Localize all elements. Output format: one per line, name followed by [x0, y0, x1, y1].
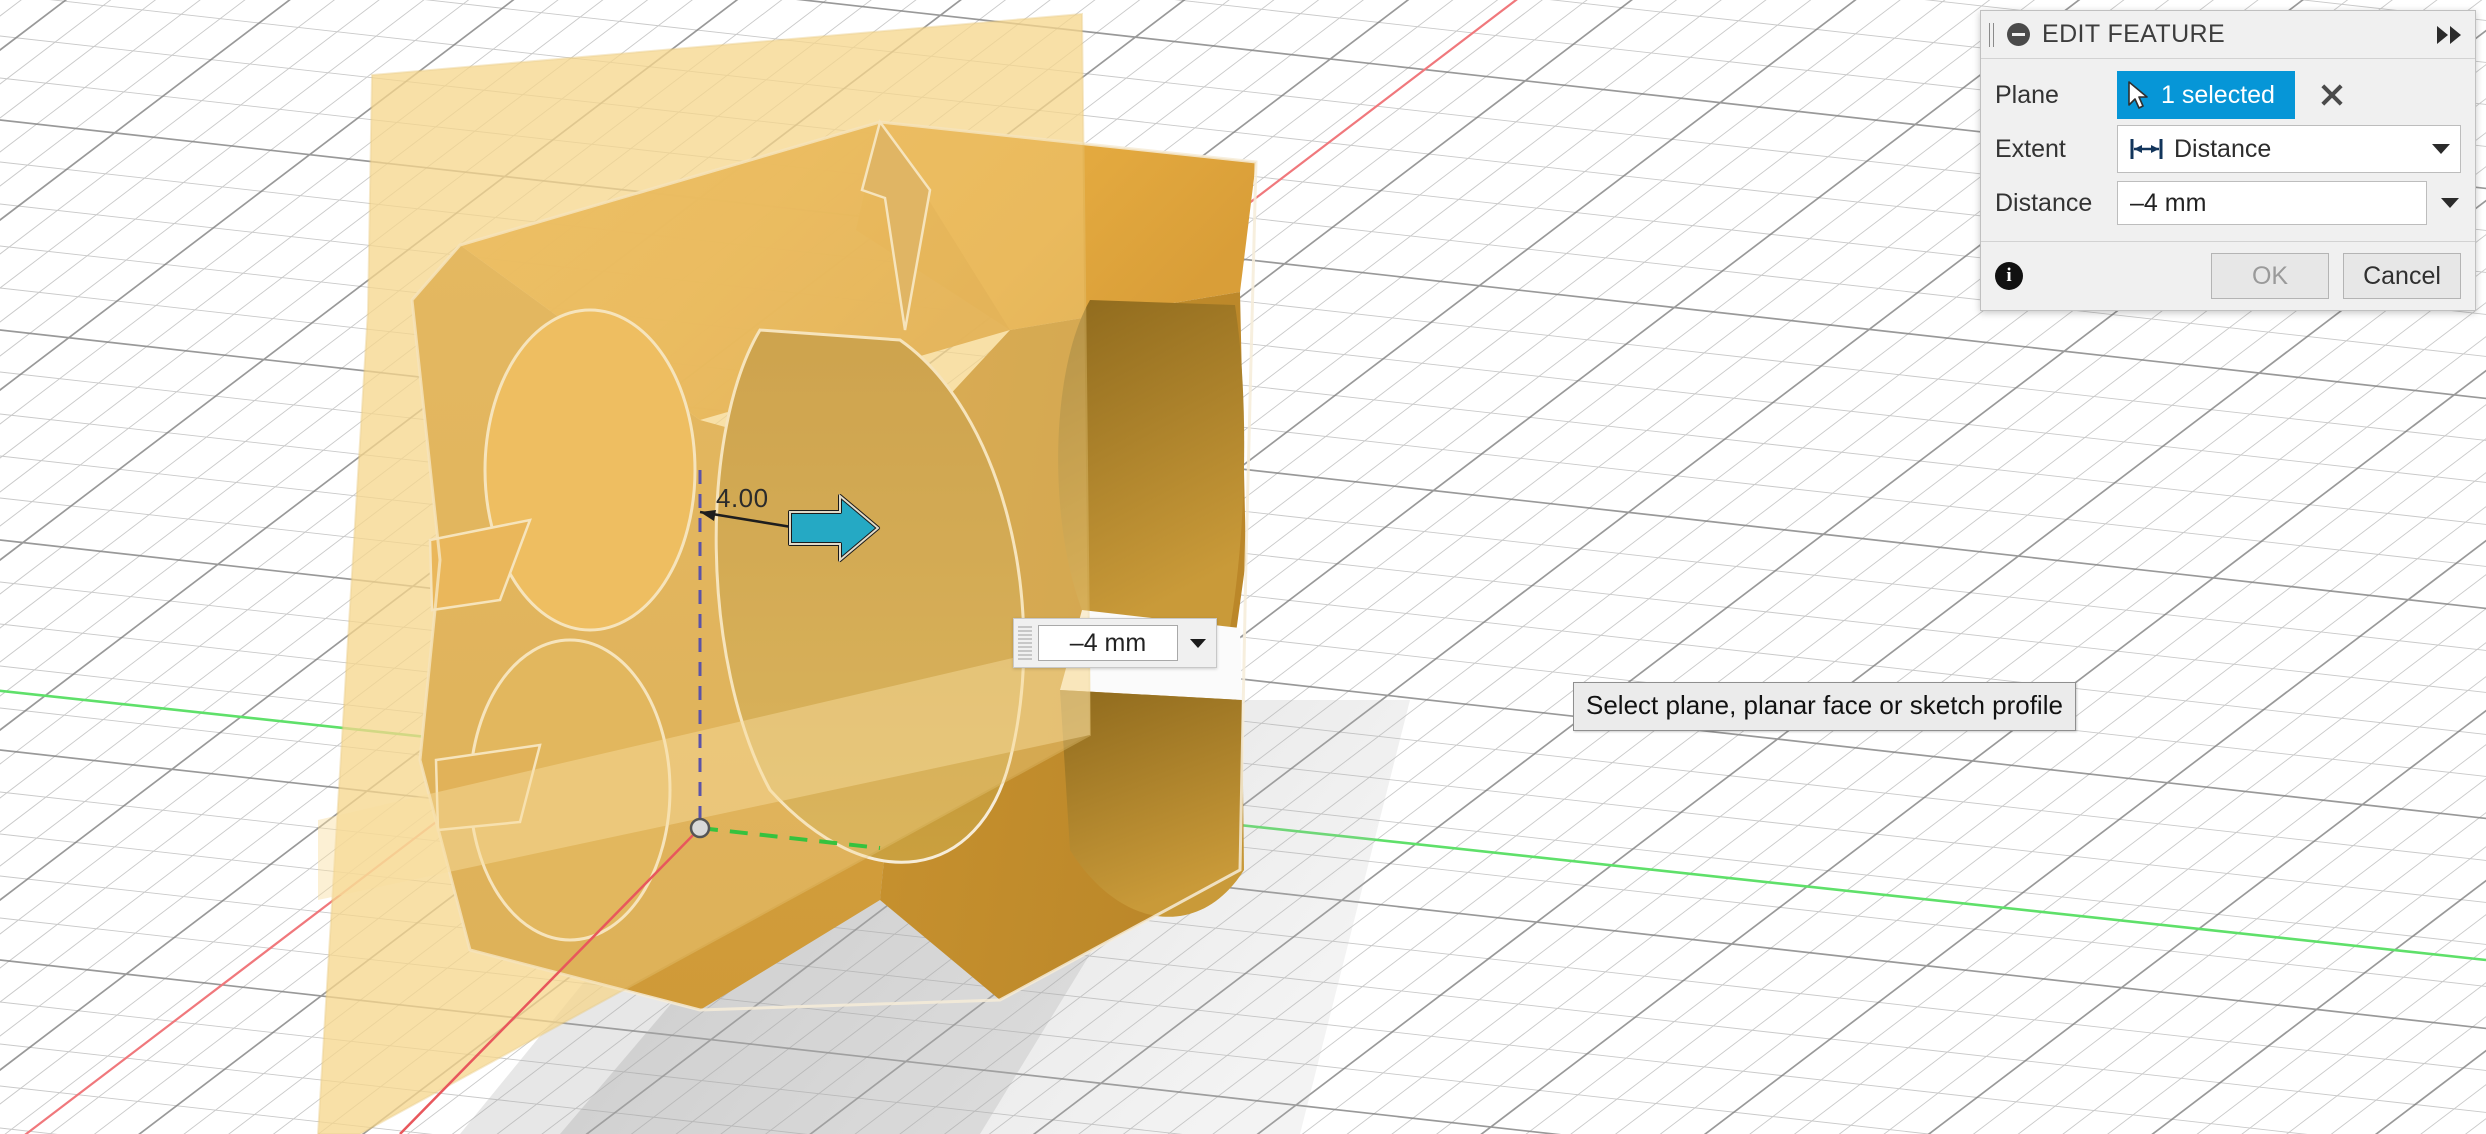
panel-header[interactable]: EDIT FEATURE [1981, 11, 2475, 59]
double-chevron-right-icon[interactable] [2437, 25, 2461, 44]
ok-button[interactable]: OK [2211, 253, 2329, 299]
selection-hint-tooltip: Select plane, planar face or sketch prof… [1573, 682, 2076, 731]
panel-footer: i OK Cancel [1981, 242, 2475, 310]
drag-grip-icon[interactable] [1989, 22, 1997, 47]
origin-point-icon [689, 817, 711, 839]
plane-selection-count: 1 selected [2161, 80, 2275, 109]
extent-label: Extent [1995, 134, 2066, 163]
distance-label: Distance [1995, 188, 2093, 217]
extent-row: Extent Distance [1995, 125, 2461, 173]
edit-feature-panel[interactable]: EDIT FEATURE Plane 1 selected Extent Dis… [1980, 10, 2476, 311]
distance-dimension-icon [2130, 139, 2163, 159]
drag-grip-icon[interactable] [1018, 626, 1032, 660]
floating-distance-value[interactable]: –4 mm [1038, 625, 1178, 661]
extent-dropdown[interactable]: Distance [2117, 125, 2461, 173]
chevron-down-icon [2432, 144, 2450, 154]
close-x-icon[interactable] [2317, 80, 2347, 110]
chevron-down-icon[interactable] [1190, 638, 1206, 648]
chevron-down-icon[interactable] [2441, 198, 2459, 208]
plane-label: Plane [1995, 80, 2059, 109]
distance-row: Distance –4 mm [1995, 179, 2461, 227]
plane-selection-button[interactable]: 1 selected [2117, 71, 2295, 119]
panel-body: Plane 1 selected Extent Distance Distanc… [1981, 59, 2475, 242]
application-root: 4.00 –4 mm Select plane, planar face or … [0, 0, 2486, 1134]
mouse-cursor-icon [2128, 81, 2148, 109]
info-circle-icon[interactable]: i [1995, 262, 2023, 290]
extent-value: Distance [2174, 134, 2272, 163]
floating-distance-input[interactable]: –4 mm [1013, 618, 1217, 668]
page-title: EDIT FEATURE [2042, 20, 2226, 48]
distance-input[interactable]: –4 mm [2117, 181, 2427, 225]
cancel-button[interactable]: Cancel [2343, 253, 2461, 299]
plane-row: Plane 1 selected [1995, 71, 2461, 119]
circle-minus-icon[interactable] [2007, 23, 2030, 46]
